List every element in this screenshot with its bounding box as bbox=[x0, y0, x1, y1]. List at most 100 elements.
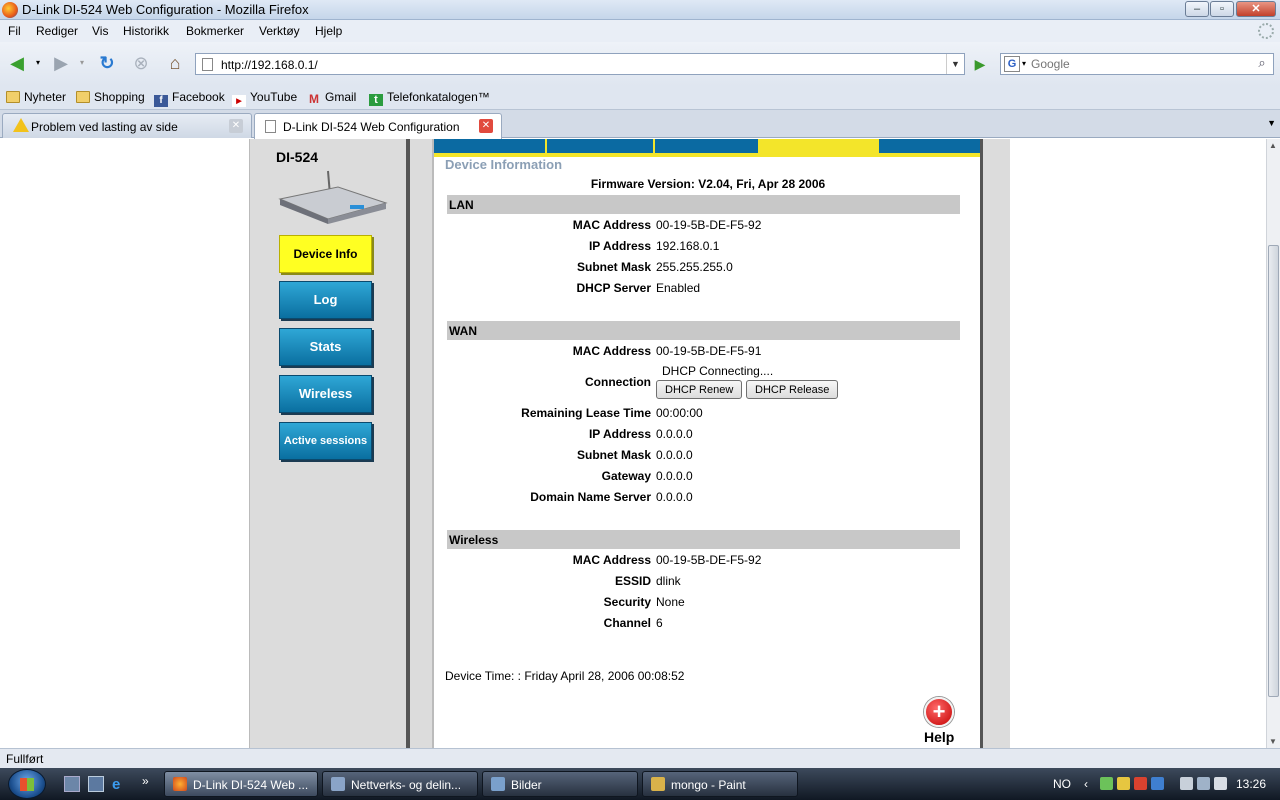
volume-icon[interactable] bbox=[1214, 777, 1227, 790]
show-desktop-icon[interactable] bbox=[64, 776, 80, 792]
tab-problem[interactable]: Problem ved lasting av side ✕ bbox=[2, 113, 252, 138]
search-box[interactable]: G ▾ ⌕ bbox=[1000, 53, 1274, 75]
back-history-dropdown-icon[interactable]: ▾ bbox=[36, 58, 40, 67]
tray-app-icon[interactable] bbox=[1117, 777, 1130, 790]
field-label: Remaining Lease Time bbox=[521, 406, 651, 420]
clock[interactable]: 13:26 bbox=[1236, 777, 1266, 791]
field-value: 00-19-5B-DE-F5-92 bbox=[656, 218, 762, 232]
home-icon[interactable]: ⌂ bbox=[162, 50, 188, 76]
menu-edit[interactable]: Rediger bbox=[36, 24, 78, 38]
field-value: 00-19-5B-DE-F5-91 bbox=[656, 344, 762, 358]
tab-list-dropdown-icon[interactable]: ▼ bbox=[1267, 118, 1276, 128]
folder-icon bbox=[491, 777, 505, 791]
close-tab-icon[interactable]: ✕ bbox=[229, 119, 243, 133]
scroll-up-icon[interactable]: ▲ bbox=[1269, 141, 1277, 150]
top-tab-help[interactable] bbox=[879, 139, 982, 153]
sidebar-log-button[interactable]: Log bbox=[279, 281, 372, 319]
start-button[interactable] bbox=[8, 769, 46, 799]
top-tab-home[interactable] bbox=[434, 139, 547, 153]
google-engine-icon[interactable]: G bbox=[1004, 56, 1020, 72]
minimize-button[interactable]: – bbox=[1185, 1, 1209, 17]
top-tab-advanced[interactable] bbox=[547, 139, 655, 153]
window-title: D-Link DI-524 Web Configuration - Mozill… bbox=[22, 2, 309, 17]
tab-label: Problem ved lasting av side bbox=[31, 120, 178, 134]
dhcp-renew-button[interactable]: DHCP Renew bbox=[656, 380, 743, 399]
close-window-button[interactable]: ✕ bbox=[1236, 1, 1276, 17]
scroll-down-icon[interactable]: ▼ bbox=[1269, 737, 1277, 746]
taskbar-label: Nettverks- og delin... bbox=[351, 778, 462, 792]
address-url[interactable]: http://192.168.0.1/ bbox=[221, 58, 318, 72]
go-arrow-icon[interactable]: ▶ bbox=[969, 53, 991, 75]
language-indicator[interactable]: NO bbox=[1053, 777, 1071, 791]
tray-app-icon[interactable] bbox=[1100, 777, 1113, 790]
help-plus-icon[interactable]: + bbox=[924, 697, 954, 727]
bookmark-gmail[interactable]: M Gmail bbox=[307, 90, 356, 106]
tray-app-icon[interactable] bbox=[1151, 777, 1164, 790]
dhcp-release-button[interactable]: DHCP Release bbox=[746, 380, 839, 399]
tray-expand-icon[interactable]: ‹ bbox=[1084, 777, 1088, 791]
search-icon[interactable]: ⌕ bbox=[1253, 55, 1271, 73]
menu-bar: Fil Rediger Vis Historikk Bokmerker Verk… bbox=[0, 20, 1280, 42]
taskbar-firefox[interactable]: D-Link DI-524 Web ... bbox=[164, 771, 318, 797]
switch-windows-icon[interactable] bbox=[88, 776, 104, 792]
field-value: 00:00:00 bbox=[656, 406, 703, 420]
bookmark-shopping[interactable]: Shopping bbox=[76, 90, 145, 106]
tray-device-icon[interactable] bbox=[1180, 777, 1193, 790]
field-value: 0.0.0.0 bbox=[656, 448, 693, 462]
sidebar-stats-button[interactable]: Stats bbox=[279, 328, 372, 366]
taskbar-paint[interactable]: mongo - Paint bbox=[642, 771, 798, 797]
tab-label: D-Link DI-524 Web Configuration bbox=[283, 120, 460, 134]
bookmark-nyheter[interactable]: Nyheter bbox=[6, 90, 66, 106]
sidebar-active-sessions-button[interactable]: Active sessions bbox=[279, 422, 372, 460]
tab-dlink[interactable]: D-Link DI-524 Web Configuration ✕ bbox=[254, 113, 502, 139]
telefonkatalogen-icon: t bbox=[369, 94, 383, 106]
menu-bookmarks[interactable]: Bokmerker bbox=[186, 24, 244, 38]
taskbar-network[interactable]: Nettverks- og delin... bbox=[322, 771, 478, 797]
lan-row: MAC Address 00-19-5B-DE-F5-92 bbox=[447, 216, 960, 234]
maximize-button[interactable]: ▫ bbox=[1210, 1, 1234, 17]
bookmark-label: Shopping bbox=[94, 90, 145, 104]
internet-explorer-icon[interactable]: e bbox=[112, 776, 128, 793]
forward-arrow-icon[interactable]: ▶ bbox=[48, 50, 74, 76]
engine-dropdown-icon[interactable]: ▾ bbox=[1022, 59, 1026, 68]
taskbar-pictures[interactable]: Bilder bbox=[482, 771, 638, 797]
sidebar-wireless-button[interactable]: Wireless bbox=[279, 375, 372, 413]
top-tab-tools[interactable] bbox=[655, 139, 760, 153]
address-dropdown-icon[interactable]: ▼ bbox=[946, 54, 964, 74]
field-value: 0.0.0.0 bbox=[656, 490, 693, 504]
vertical-scrollbar[interactable]: ▲ ▼ bbox=[1266, 139, 1280, 748]
field-label: Subnet Mask bbox=[576, 448, 651, 462]
menu-help[interactable]: Hjelp bbox=[315, 24, 342, 38]
field-label: Gateway bbox=[601, 469, 651, 483]
menu-history[interactable]: Historikk bbox=[123, 24, 169, 38]
reload-icon[interactable]: ↻ bbox=[94, 50, 120, 76]
bookmark-youtube[interactable]: ▶ YouTube bbox=[232, 90, 298, 107]
sidebar-device-info-button[interactable]: Device Info bbox=[279, 235, 372, 273]
top-tab-status[interactable] bbox=[760, 139, 879, 153]
forward-history-dropdown-icon[interactable]: ▾ bbox=[80, 58, 84, 67]
bookmark-facebook[interactable]: f Facebook bbox=[154, 90, 225, 107]
menu-tools[interactable]: Verktøy bbox=[259, 24, 300, 38]
menu-view[interactable]: Vis bbox=[92, 24, 108, 38]
field-value: 00-19-5B-DE-F5-92 bbox=[656, 553, 762, 567]
network-tray-icon[interactable] bbox=[1197, 777, 1210, 790]
firmware-version: Firmware Version: V2.04, Fri, Apr 28 200… bbox=[590, 177, 826, 191]
wireless-row: MAC Address 00-19-5B-DE-F5-92 bbox=[447, 551, 960, 569]
wireless-row: Security None bbox=[447, 593, 960, 611]
help-link[interactable]: Help bbox=[924, 729, 954, 745]
bookmark-label: Nyheter bbox=[24, 90, 67, 104]
bookmark-telefonkatalogen[interactable]: t Telefonkatalogen™ bbox=[369, 90, 490, 106]
field-value: 6 bbox=[656, 616, 663, 630]
search-input[interactable] bbox=[1031, 55, 1249, 73]
bookmarks-bar: Nyheter Shopping f Facebook ▶ YouTube M Gma… bbox=[0, 86, 1280, 110]
back-arrow-icon[interactable]: ◀ bbox=[4, 50, 30, 76]
scrollbar-thumb[interactable] bbox=[1268, 245, 1279, 697]
tray-app-icon[interactable] bbox=[1134, 777, 1147, 790]
taskbar-label: mongo - Paint bbox=[671, 778, 746, 792]
menu-file[interactable]: Fil bbox=[8, 24, 21, 38]
address-bar[interactable]: http://192.168.0.1/ ▼ bbox=[195, 53, 965, 75]
quick-launch-overflow-icon[interactable]: » bbox=[142, 774, 149, 788]
stop-icon[interactable]: ⊗ bbox=[128, 50, 154, 76]
close-tab-icon[interactable]: ✕ bbox=[479, 119, 493, 133]
bookmark-label: YouTube bbox=[250, 90, 298, 104]
